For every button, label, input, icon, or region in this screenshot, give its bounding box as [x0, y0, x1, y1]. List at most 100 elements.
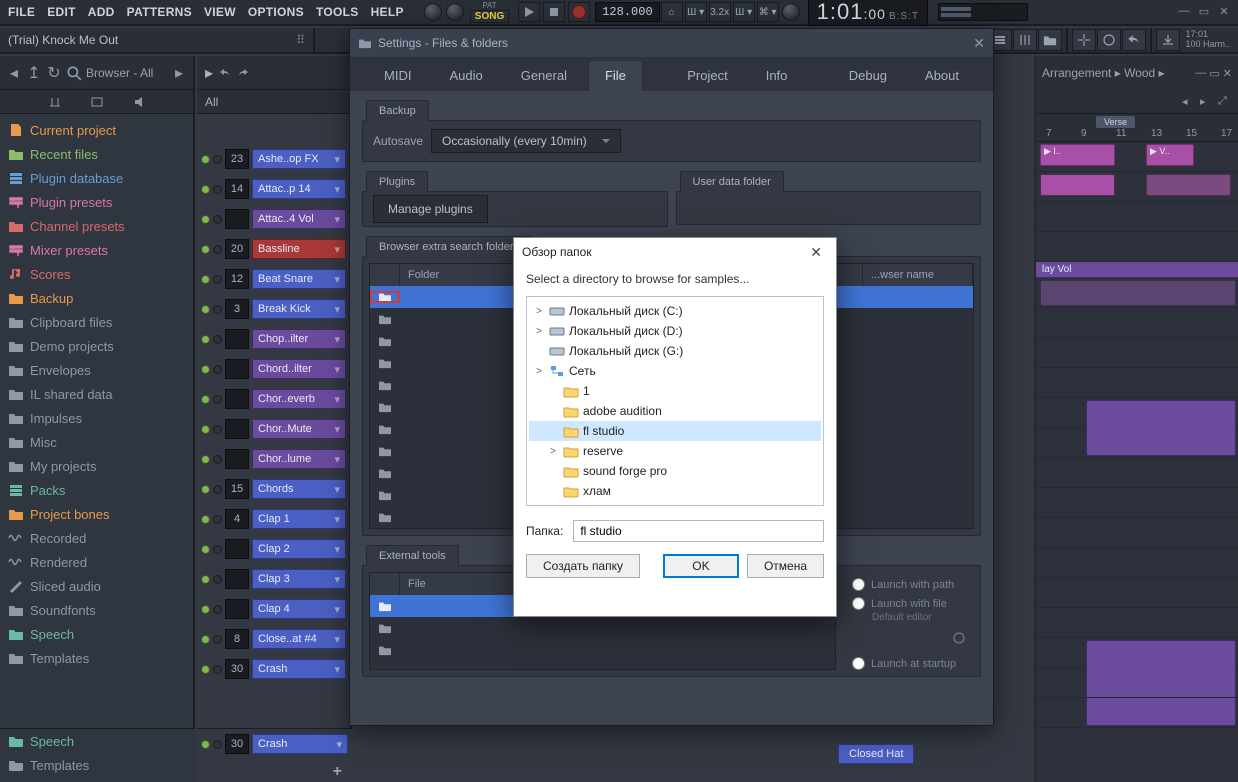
channel-name-button[interactable]: Chor..lume ▾: [252, 449, 346, 469]
chrack-undo-icon[interactable]: [219, 67, 231, 79]
playlist-scroll-left[interactable]: ◂: [1182, 95, 1196, 109]
browser-item[interactable]: My projects: [0, 454, 193, 478]
autosave-combo[interactable]: Occasionally (every 10min): [431, 129, 621, 153]
menu-add[interactable]: ADD: [82, 5, 121, 19]
channel-name-button[interactable]: Close..at #4 ▾: [252, 629, 346, 649]
expand-icon[interactable]: >: [533, 306, 545, 317]
channel-select-dot[interactable]: [213, 545, 222, 554]
channel-select-dot[interactable]: [213, 185, 222, 194]
chrack-menu-icon[interactable]: ▸: [205, 63, 213, 83]
channel-name-button[interactable]: Clap 4 ▾: [252, 599, 346, 619]
automation-clip[interactable]: [1040, 280, 1236, 306]
channel-mixer-track[interactable]: 20: [225, 239, 249, 259]
browser-item[interactable]: Rendered: [0, 550, 193, 574]
snap-btn-1[interactable]: Ш ▾: [685, 2, 707, 22]
close-button[interactable]: ✕: [1216, 4, 1232, 18]
add-channel-button[interactable]: +: [197, 759, 352, 782]
browser-search-icon[interactable]: [66, 65, 82, 81]
channel-mixer-track[interactable]: 8: [225, 629, 249, 649]
browser-item[interactable]: Envelopes: [0, 358, 193, 382]
tree-node[interactable]: хлам: [529, 481, 821, 501]
channel-name-button[interactable]: Bassline ▾: [252, 239, 346, 259]
playlist-zoom[interactable]: ⤢: [1218, 95, 1232, 109]
channel-select-dot[interactable]: [213, 275, 222, 284]
tree-node[interactable]: Локальный диск (G:): [529, 341, 821, 361]
browser-sort-icon[interactable]: [90, 95, 104, 109]
channel-name-button[interactable]: Chop..ilter ▾: [252, 329, 346, 349]
knob-extra[interactable]: [782, 3, 800, 21]
channel-mute-led[interactable]: [201, 155, 210, 164]
channel-name-button[interactable]: Attac..p 14 ▾: [252, 179, 346, 199]
browser-item[interactable]: Soundfonts: [0, 598, 193, 622]
playlist-scroll-right[interactable]: ▸: [1200, 95, 1214, 109]
tree-node[interactable]: sound forge pro: [529, 461, 821, 481]
channel-mute-led[interactable]: [201, 395, 210, 404]
playlist-ruler[interactable]: Verse 7 9 11 13 15 17: [1036, 114, 1238, 142]
playlist-tracks[interactable]: ▶ I..▶ V.. lay Vol: [1036, 142, 1238, 782]
channel-mixer-track[interactable]: [225, 359, 249, 379]
new-folder-button[interactable]: Создать папку: [526, 554, 640, 578]
ok-button[interactable]: OK: [663, 554, 739, 578]
menu-patterns[interactable]: PATTERNS: [121, 5, 198, 19]
main-pitch-knob[interactable]: [446, 3, 464, 21]
channel-select-dot[interactable]: [213, 155, 222, 164]
channel-name-button[interactable]: Chord..ilter ▾: [252, 359, 346, 379]
channel-mixer-track[interactable]: [225, 599, 249, 619]
channel-select-dot[interactable]: [213, 245, 222, 254]
tree-node[interactable]: > reserve: [529, 441, 821, 461]
tab-file[interactable]: File: [589, 61, 642, 91]
channel-mixer-track[interactable]: 4: [225, 509, 249, 529]
channel-mute-led[interactable]: [201, 545, 210, 554]
channel-mixer-track[interactable]: [225, 449, 249, 469]
clip-audio[interactable]: [1040, 174, 1115, 196]
channel-name-button[interactable]: Crash ▾: [252, 734, 348, 754]
ext-tool-row[interactable]: [370, 639, 835, 661]
channel-select-dot[interactable]: [213, 635, 222, 644]
snap-btn-3[interactable]: Ш ▾: [733, 2, 755, 22]
channel-mute-led[interactable]: [201, 485, 210, 494]
browser-item[interactable]: Clipboard files: [0, 310, 193, 334]
browser-item[interactable]: IL shared data: [0, 382, 193, 406]
playlist-max-button[interactable]: ▭: [1209, 67, 1219, 80]
channel-mixer-track[interactable]: 12: [225, 269, 249, 289]
channel-mixer-track[interactable]: 30: [225, 659, 249, 679]
browser-item[interactable]: Scores: [0, 262, 193, 286]
channel-select-dot[interactable]: [213, 455, 222, 464]
menu-view[interactable]: VIEW: [198, 5, 242, 19]
tab-audio[interactable]: Audio: [433, 61, 498, 91]
browser-collapse-icon[interactable]: ▸: [171, 65, 187, 81]
track-header[interactable]: lay Vol: [1036, 262, 1238, 278]
channel-mute-led[interactable]: [201, 305, 210, 314]
channel-name-button[interactable]: Crash ▾: [252, 659, 346, 679]
browser-item[interactable]: Backup: [0, 286, 193, 310]
menu-tools[interactable]: TOOLS: [310, 5, 365, 19]
time-display[interactable]: 1:01 :00 B:S:T: [808, 0, 928, 26]
channel-name-button[interactable]: Clap 1 ▾: [252, 509, 346, 529]
undo-history-button[interactable]: [1122, 29, 1146, 51]
browser-item[interactable]: Sliced audio: [0, 574, 193, 598]
channel-mixer-track[interactable]: 30: [225, 734, 249, 754]
channel-mixer-track[interactable]: [225, 419, 249, 439]
tab-general[interactable]: General: [505, 61, 583, 91]
channel-mixer-track[interactable]: 14: [225, 179, 249, 199]
channel-name-button[interactable]: Chords ▾: [252, 479, 346, 499]
channel-name-button[interactable]: Clap 3 ▾: [252, 569, 346, 589]
channel-name-button[interactable]: Attac..4 Vol ▾: [252, 209, 346, 229]
channel-mute-led[interactable]: [201, 365, 210, 374]
channel-name-button[interactable]: Chor..everb ▾: [252, 389, 346, 409]
browser-item[interactable]: Channel presets: [0, 214, 193, 238]
channel-mute-led[interactable]: [201, 635, 210, 644]
channel-closed-hat[interactable]: Closed Hat: [838, 744, 914, 764]
channel-mute-led[interactable]: [201, 605, 210, 614]
browser-item[interactable]: Plugin database: [0, 166, 193, 190]
pat-song-switch[interactable]: PAT SONG: [470, 1, 509, 23]
browser-options-icon[interactable]: [48, 95, 62, 109]
browser-tree[interactable]: Current projectRecent filesPlugin databa…: [0, 114, 193, 782]
tab-info[interactable]: Info: [750, 61, 804, 91]
channel-mute-led[interactable]: [201, 275, 210, 284]
expand-icon[interactable]: >: [533, 326, 545, 337]
cancel-button[interactable]: Отмена: [747, 554, 824, 578]
channel-mute-led[interactable]: [201, 335, 210, 344]
channel-select-dot[interactable]: [213, 335, 222, 344]
tab-midi[interactable]: MIDI: [368, 61, 427, 91]
